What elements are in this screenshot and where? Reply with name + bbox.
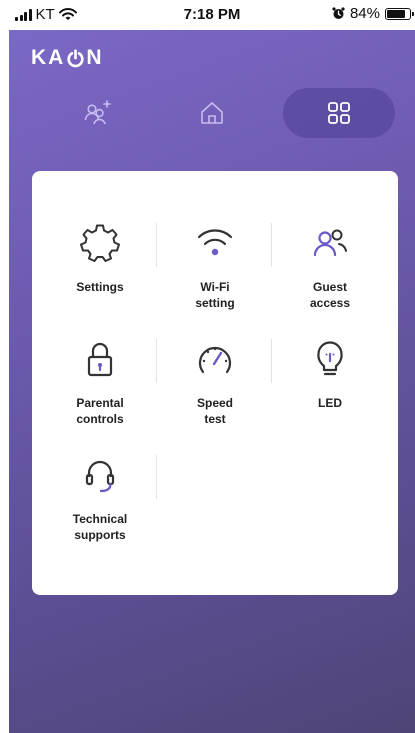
menu-item-led[interactable]: LED <box>275 337 385 411</box>
logo-suffix: N <box>86 46 104 69</box>
menu-item-speed-test[interactable]: Speed test <box>160 337 270 427</box>
menu-label-settings: Settings <box>76 280 124 294</box>
grid-icon <box>328 102 350 124</box>
divider <box>271 223 272 267</box>
menu-icon-wrap <box>160 337 270 381</box>
menu-item-parental-controls[interactable]: Parental controls <box>45 337 155 427</box>
menu-item-guest-access[interactable]: Guest access <box>275 221 385 311</box>
menu-icon-wrap <box>275 337 385 381</box>
menu-item-technical-supports[interactable]: Technical supports <box>45 453 155 543</box>
tab-home[interactable] <box>156 88 268 138</box>
guest-users-icon <box>313 229 347 257</box>
battery-icon <box>385 7 414 20</box>
logo-prefix: KA <box>31 46 66 69</box>
menu-icon-wrap <box>160 221 270 265</box>
tab-add-device[interactable] <box>41 88 153 138</box>
home-icon <box>201 102 223 124</box>
divider <box>156 455 157 499</box>
battery-percent: 84% <box>349 5 380 22</box>
divider <box>271 339 272 383</box>
lock-icon <box>87 342 113 377</box>
divider <box>156 223 157 267</box>
alarm-clock-icon <box>332 7 345 19</box>
tab-menu[interactable] <box>283 88 395 138</box>
speedometer-icon <box>198 346 232 374</box>
menu-icon-wrap <box>45 221 155 265</box>
menu-item-wifi-setting[interactable]: Wi-Fi setting <box>160 221 270 311</box>
menu-card: Settings Wi-Fi setting Guest access Pare… <box>32 171 398 595</box>
status-right: 84% <box>332 5 414 22</box>
menu-icon-wrap <box>45 453 155 497</box>
battery-level-fill <box>387 9 406 18</box>
lightbulb-icon <box>317 341 343 376</box>
battery-tip <box>412 11 414 16</box>
app-screen: KT 7:18 PM 84% KA N Settings Wi-Fi setti… <box>9 0 415 733</box>
gear-icon <box>80 224 120 262</box>
menu-label-wifi-setting: Wi-Fi setting <box>195 280 235 310</box>
menu-icon-wrap <box>45 337 155 381</box>
tab-bar <box>9 88 415 138</box>
add-people-icon <box>84 100 111 125</box>
power-o-icon <box>67 48 84 67</box>
menu-item-settings[interactable]: Settings <box>45 221 155 295</box>
menu-label-guest-access: Guest access <box>309 280 351 310</box>
status-bar: KT 7:18 PM 84% <box>9 0 415 30</box>
divider <box>156 339 157 383</box>
menu-icon-wrap <box>275 221 385 265</box>
menu-label-parental-controls: Parental controls <box>76 396 124 426</box>
kaon-logo: KA N <box>31 46 104 70</box>
wifi-icon <box>197 229 233 256</box>
menu-label-led: LED <box>318 396 342 410</box>
headset-icon <box>85 460 115 493</box>
menu-label-technical-supports: Technical supports <box>72 512 128 542</box>
menu-label-speed-test: Speed test <box>196 396 233 426</box>
